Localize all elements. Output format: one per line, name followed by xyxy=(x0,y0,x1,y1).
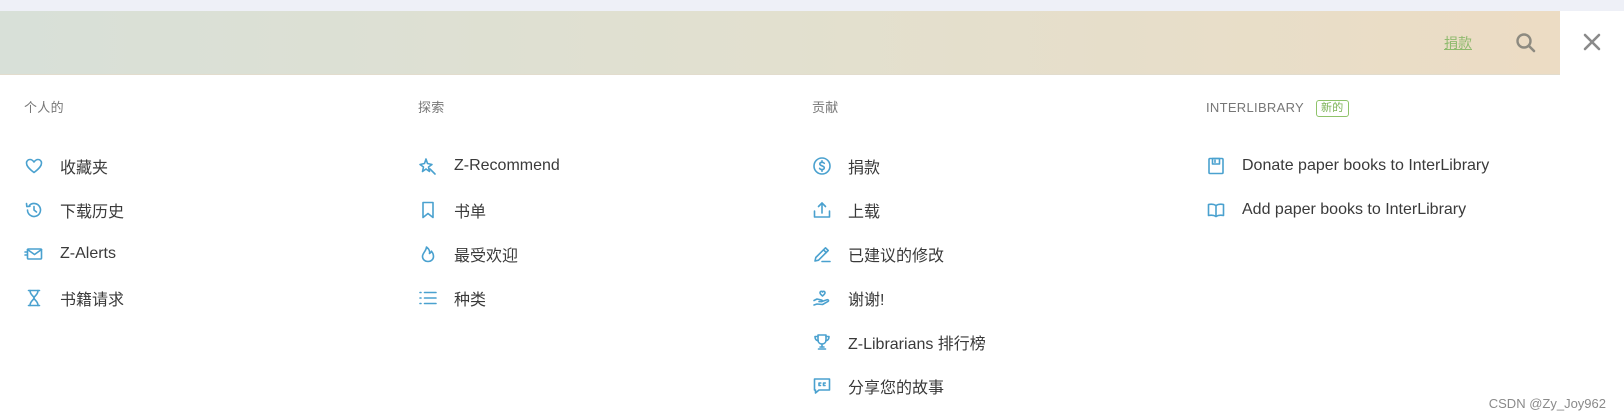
save-box-icon xyxy=(1206,156,1226,176)
watermark: CSDN @Zy_Joy962 xyxy=(1488,396,1606,411)
sparkle-pin-icon xyxy=(418,156,438,176)
header-bar: 捐款 xyxy=(0,11,1560,75)
menu-item-label: 种类 xyxy=(454,292,487,309)
mail-alert-icon xyxy=(24,244,44,264)
menu-item-label: 收藏夹 xyxy=(60,160,109,177)
new-badge: 新的 xyxy=(1316,99,1349,117)
menu-item-label: 分享您的故事 xyxy=(848,380,945,397)
hourglass-icon xyxy=(24,288,44,308)
menu-item-most-popular[interactable]: 最受欢迎 xyxy=(418,232,798,276)
menu-item-suggested-edits[interactable]: 已建议的修改 xyxy=(812,232,1192,276)
section-title-explore: 探索 xyxy=(418,100,798,116)
menu-item-label: Add paper books to InterLibrary xyxy=(1242,201,1467,218)
top-strip xyxy=(0,0,1624,11)
menu-item-z-recommend[interactable]: Z-Recommend xyxy=(418,144,798,188)
menu-item-label: 谢谢! xyxy=(848,292,885,309)
quote-bubble-icon xyxy=(812,376,832,396)
donate-link[interactable]: 捐款 xyxy=(1444,33,1472,53)
menu-item-share-your-story[interactable]: 分享您的故事 xyxy=(812,364,1192,408)
column-personal: 个人的 收藏夹 下载历史 Z-Alerts 书籍请求 xyxy=(24,100,404,328)
menu-item-download-history[interactable]: 下载历史 xyxy=(24,188,404,232)
menu-item-label: 捐款 xyxy=(848,160,881,177)
menu-item-thanks[interactable]: 谢谢! xyxy=(812,276,1192,320)
menu-item-donate-paper-books[interactable]: Donate paper books to InterLibrary xyxy=(1206,144,1586,188)
search-icon xyxy=(1516,33,1536,53)
menu-item-label: Z-Librarians 排行榜 xyxy=(848,336,986,353)
section-title-personal: 个人的 xyxy=(24,100,404,116)
menu-item-label: 下载历史 xyxy=(60,204,125,221)
section-title-interlibrary: INTERLIBRARY 新的 xyxy=(1206,99,1586,117)
menu-item-label: Donate paper books to InterLibrary xyxy=(1242,157,1490,174)
menu-item-upload[interactable]: 上载 xyxy=(812,188,1192,232)
close-icon xyxy=(1583,33,1601,51)
close-button[interactable] xyxy=(1560,11,1624,75)
column-interlibrary: INTERLIBRARY 新的 Donate paper books to In… xyxy=(1206,99,1586,240)
menu-item-z-alerts[interactable]: Z-Alerts xyxy=(24,232,404,276)
open-book-icon xyxy=(1206,200,1226,220)
menu-item-label: Z-Recommend xyxy=(454,157,560,174)
section-title-text: 贡献 xyxy=(812,100,839,115)
upload-icon xyxy=(812,200,832,220)
column-explore: 探索 Z-Recommend 书单 最受欢迎 种类 xyxy=(418,100,798,328)
trophy-icon xyxy=(812,332,832,352)
section-title-text: 个人的 xyxy=(24,100,64,115)
menu-item-booklists[interactable]: 书单 xyxy=(418,188,798,232)
menu-item-add-paper-books[interactable]: Add paper books to InterLibrary xyxy=(1206,188,1586,232)
menu-item-book-requests[interactable]: 书籍请求 xyxy=(24,276,404,320)
menu-item-label: 上载 xyxy=(848,204,881,221)
menu-item-label: Z-Alerts xyxy=(60,245,116,262)
menu-item-donate[interactable]: 捐款 xyxy=(812,144,1192,188)
menu-item-categories[interactable]: 种类 xyxy=(418,276,798,320)
list-icon xyxy=(418,288,438,308)
column-contribute: 贡献 捐款 上载 已建议的修改 谢谢! Z-Librarians 排行榜 分享您… xyxy=(812,100,1192,416)
menu-item-z-librarians-leaderboard[interactable]: Z-Librarians 排行榜 xyxy=(812,320,1192,364)
flame-icon xyxy=(418,244,438,264)
menu-item-label: 最受欢迎 xyxy=(454,248,519,265)
heart-icon xyxy=(24,156,44,176)
section-title-contribute: 贡献 xyxy=(812,100,1192,116)
menu-item-favorites[interactable]: 收藏夹 xyxy=(24,144,404,188)
bookmark-icon xyxy=(418,200,438,220)
section-title-text: INTERLIBRARY xyxy=(1206,100,1304,115)
menu-item-label: 书籍请求 xyxy=(60,292,125,309)
history-icon xyxy=(24,200,44,220)
search-button[interactable] xyxy=(1512,29,1540,57)
hand-heart-icon xyxy=(812,288,832,308)
dollar-circle-icon xyxy=(812,156,832,176)
menu-item-label: 书单 xyxy=(454,204,487,221)
pencil-icon xyxy=(812,244,832,264)
menu-item-label: 已建议的修改 xyxy=(848,248,945,265)
section-title-text: 探索 xyxy=(418,100,445,115)
